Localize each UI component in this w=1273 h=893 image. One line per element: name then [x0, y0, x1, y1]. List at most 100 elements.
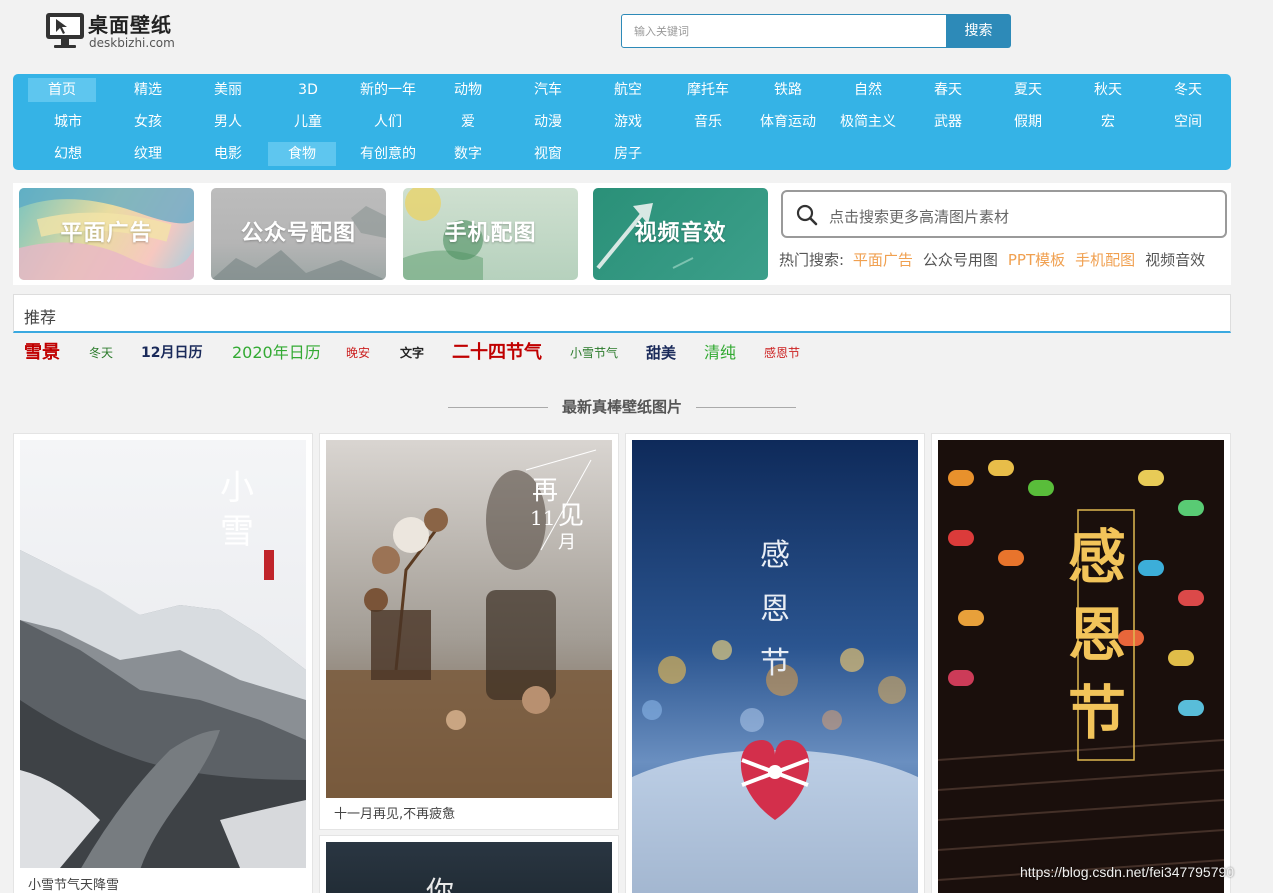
- overlay-char: 节: [1068, 679, 1127, 747]
- nav-item[interactable]: 春天: [908, 78, 988, 102]
- nav-item[interactable]: 音乐: [668, 110, 748, 134]
- monitor-cursor-icon: [46, 13, 84, 48]
- tile-wechat-images[interactable]: 公众号配图: [211, 188, 386, 280]
- tile-label: 视频音效: [634, 221, 727, 246]
- nav-item[interactable]: 游戏: [588, 110, 668, 134]
- nav-item[interactable]: 有创意的: [348, 142, 428, 166]
- tile-label: 公众号配图: [240, 221, 356, 246]
- overlay-char: 感: [1068, 523, 1127, 591]
- tag-link[interactable]: 文字: [400, 340, 424, 366]
- nav-item[interactable]: 幻想: [28, 142, 108, 166]
- nav-row: 城市 女孩 男人 儿童 人们爱动漫 游戏 音乐 体育运动 极简主义 武器 假期宏空间: [28, 110, 1228, 142]
- nav-item[interactable]: 城市: [28, 110, 108, 134]
- tile-print-ads[interactable]: 平面广告: [19, 188, 194, 280]
- wallpaper-card[interactable]: 小 雪 小雪节气天降雪: [13, 433, 313, 893]
- overlay-char: 小: [220, 468, 254, 508]
- snow-mountain-image: [20, 440, 306, 868]
- nav-item[interactable]: 女孩: [108, 110, 188, 134]
- nav-item[interactable]: 电影: [188, 142, 268, 166]
- nav-item[interactable]: 铁路: [748, 78, 828, 102]
- nav-item[interactable]: 动物: [428, 78, 508, 102]
- tile-mobile-images[interactable]: 手机配图: [403, 188, 578, 280]
- banner-search[interactable]: 点击搜索更多高清图片素材: [781, 190, 1227, 238]
- logo-domain: deskbizhi.com: [89, 36, 175, 50]
- overlay-char: 月: [558, 532, 576, 553]
- nav-item[interactable]: 汽车: [508, 78, 588, 102]
- hot-search-link[interactable]: 平面广告: [853, 251, 913, 269]
- nav-item[interactable]: 摩托车: [668, 78, 748, 102]
- nav-item[interactable]: 动漫: [508, 110, 588, 134]
- nav-item[interactable]: 房子: [588, 142, 668, 166]
- wallpaper-image[interactable]: 小 雪: [20, 440, 306, 868]
- tag-link[interactable]: 清纯: [704, 340, 736, 366]
- nav-item[interactable]: 视窗: [508, 142, 588, 166]
- nav-item[interactable]: 冬天: [1148, 78, 1228, 102]
- nav-item[interactable]: 武器: [908, 110, 988, 134]
- nav-item[interactable]: 体育运动: [748, 110, 828, 134]
- card-caption[interactable]: 十一月再见,不再疲惫: [334, 803, 455, 822]
- nav-item[interactable]: 美丽: [188, 78, 268, 102]
- card-caption[interactable]: 小雪节气天降雪: [28, 874, 119, 893]
- nav-item[interactable]: 空间: [1148, 110, 1228, 134]
- overlay-char: 感: [760, 538, 790, 573]
- tag-link[interactable]: 冬天: [89, 340, 113, 366]
- overlay-char: 再: [532, 476, 559, 506]
- nav-item[interactable]: 精选: [108, 78, 188, 102]
- nav-item[interactable]: 首页: [28, 78, 96, 102]
- tile-label: 手机配图: [444, 221, 537, 246]
- header: 桌面壁纸 deskbizhi.com 搜索: [0, 0, 1273, 70]
- tag-link[interactable]: 二十四节气: [452, 340, 542, 366]
- wallpaper-image[interactable]: 感 恩 节: [632, 440, 918, 893]
- nav-item[interactable]: 爱: [428, 110, 508, 134]
- promo-banner: 平面广告 公众号配图 手机配图 视频音效 点击搜索更多高清图片素材 热门搜索:: [13, 183, 1231, 285]
- tile-video-audio[interactable]: 视频音效: [593, 188, 768, 280]
- tag-link[interactable]: 感恩节: [764, 340, 800, 366]
- overlay-char: 见: [558, 501, 585, 531]
- wallpaper-card[interactable]: 感 恩 节: [931, 433, 1231, 893]
- search-button[interactable]: 搜索: [946, 14, 1011, 48]
- wallpaper-card[interactable]: 你: [319, 835, 619, 893]
- hot-search-link[interactable]: PPT模板: [1008, 251, 1065, 269]
- nav-item[interactable]: 数字: [428, 142, 508, 166]
- nav-item[interactable]: 人们: [348, 110, 428, 134]
- nav-item[interactable]: 自然: [828, 78, 908, 102]
- nav-item[interactable]: 男人: [188, 110, 268, 134]
- nav-item[interactable]: 夏天: [988, 78, 1068, 102]
- hot-search-link[interactable]: 公众号用图: [923, 251, 998, 269]
- wallpaper-card[interactable]: 再 见 11 月 十一月再见,不再疲惫: [319, 433, 619, 830]
- nav-item[interactable]: 食物: [268, 142, 336, 166]
- nav-item[interactable]: 假期: [988, 110, 1068, 134]
- tag-link[interactable]: 晚安: [346, 340, 370, 366]
- wallpaper-image[interactable]: 你: [326, 842, 612, 893]
- hot-search-link[interactable]: 视频音效: [1145, 251, 1205, 269]
- nav-item[interactable]: 新的一年: [348, 78, 428, 102]
- banner-search-text: 点击搜索更多高清图片素材: [829, 208, 1010, 226]
- tag-link[interactable]: 2020年日历: [232, 340, 321, 366]
- recommend-title: 推荐: [24, 308, 57, 327]
- wallpaper-image[interactable]: 再 见 11 月: [326, 440, 612, 798]
- hot-search-link[interactable]: 手机配图: [1075, 251, 1135, 269]
- nav-item[interactable]: 3D: [268, 78, 348, 102]
- overlay-char: 恩: [1068, 601, 1127, 669]
- nav-item[interactable]: 航空: [588, 78, 668, 102]
- nav-item[interactable]: 宏: [1068, 110, 1148, 134]
- wallpaper-image[interactable]: 感 恩 节: [938, 440, 1224, 893]
- search-input[interactable]: [621, 14, 947, 48]
- wallpaper-card[interactable]: 感 恩 节: [625, 433, 925, 893]
- nav-row: 首页 精选 美丽 3D 新的一年 动物 汽车 航空 摩托车 铁路 自然 春天 夏天 秋天 冬天: [28, 78, 1228, 110]
- nav-item[interactable]: 极简主义: [828, 110, 908, 134]
- nav-row: 幻想 纹理 电影 食物 有创意的 数字 视窗 房子: [28, 142, 1228, 174]
- recommend-bar: 推荐: [13, 294, 1231, 333]
- seal-stamp: [264, 550, 274, 580]
- tag-link[interactable]: 小雪节气: [570, 340, 618, 366]
- logo[interactable]: 桌面壁纸 deskbizhi.com: [44, 6, 194, 54]
- search-icon: [796, 204, 818, 226]
- hot-label: 热门搜索:: [779, 251, 845, 269]
- nav-item[interactable]: 儿童: [268, 110, 348, 134]
- tag-link[interactable]: 甜美: [646, 340, 676, 366]
- tag-link[interactable]: 雪景: [24, 340, 60, 366]
- category-grid: 首页 精选 美丽 3D 新的一年 动物 汽车 航空 摩托车 铁路 自然 春天 夏天 秋天 冬天 城市 女孩 男人儿…: [28, 78, 1228, 174]
- nav-item[interactable]: 纹理: [108, 142, 188, 166]
- tag-link[interactable]: 12月日历: [141, 340, 202, 366]
- nav-item[interactable]: 秋天: [1068, 78, 1148, 102]
